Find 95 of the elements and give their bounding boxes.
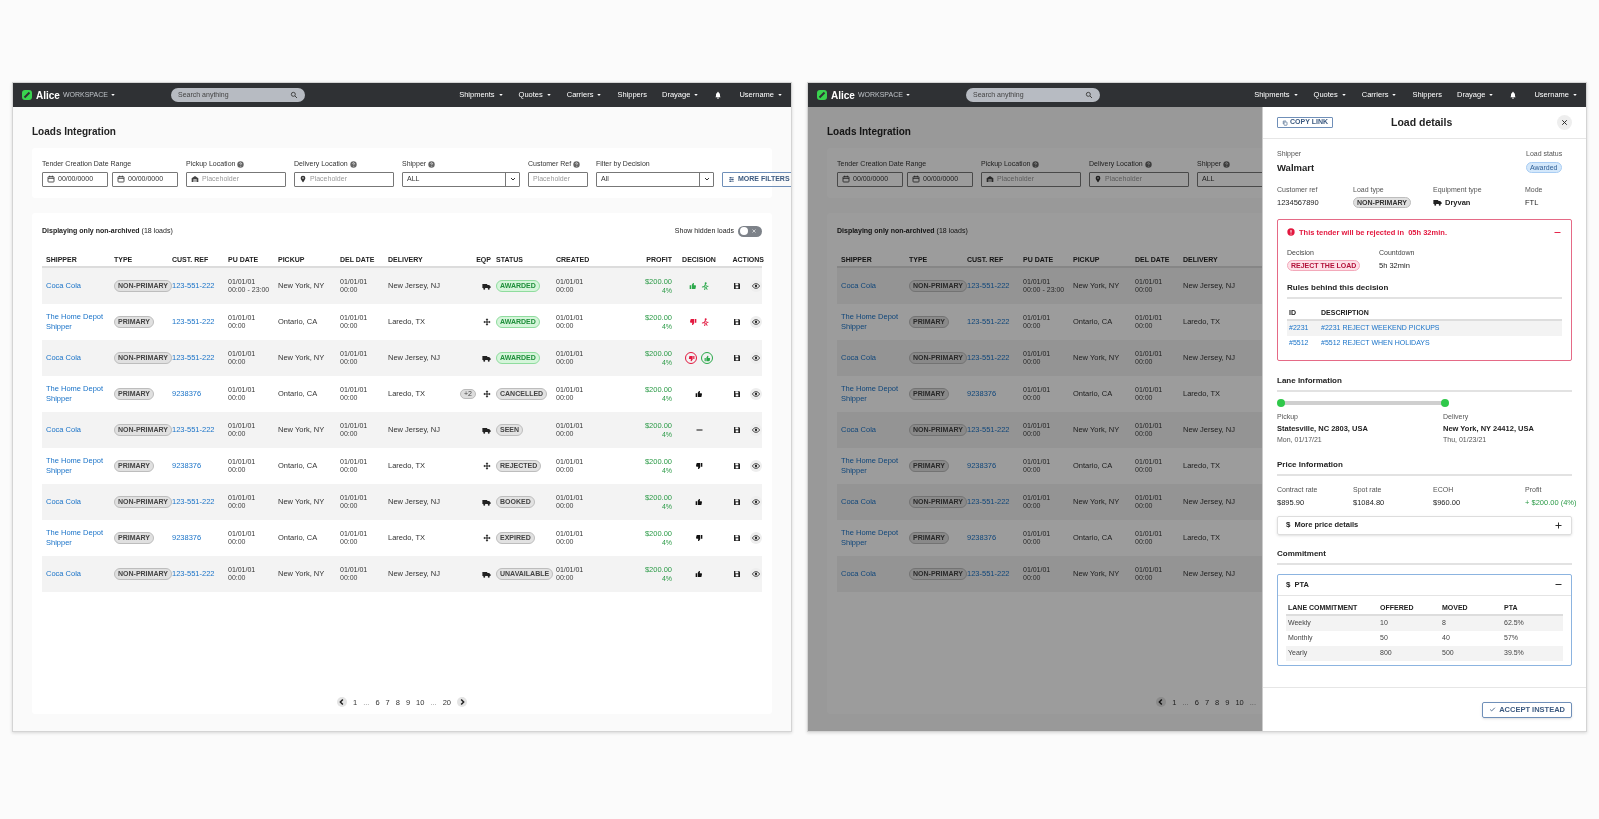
next-page-icon[interactable] xyxy=(457,697,468,708)
eye-icon xyxy=(752,570,760,578)
shipper-name: Walmart xyxy=(1277,160,1315,175)
eye-icon xyxy=(752,534,760,542)
thumbs-up-icon xyxy=(695,390,703,398)
view-button[interactable] xyxy=(750,280,762,292)
person-icon xyxy=(701,318,709,326)
view-button[interactable] xyxy=(750,460,762,472)
bell-icon[interactable] xyxy=(1509,91,1518,99)
search-icon xyxy=(1085,91,1093,99)
thumbs-down-icon xyxy=(695,462,703,470)
eye-icon xyxy=(752,498,760,506)
cross-arrows-icon xyxy=(483,318,491,326)
calendar-icon xyxy=(47,175,55,183)
view-button[interactable] xyxy=(750,568,762,580)
search-icon xyxy=(290,91,298,99)
truck-icon xyxy=(482,497,491,507)
section-title: Rules behind this decision xyxy=(1287,281,1562,299)
view-button[interactable] xyxy=(750,316,762,328)
calendar-icon xyxy=(912,175,920,183)
caret-down-icon xyxy=(904,92,911,98)
save-icon[interactable] xyxy=(733,426,741,434)
warehouse-icon xyxy=(191,175,199,183)
calendar-icon xyxy=(842,175,850,183)
save-icon[interactable] xyxy=(733,318,741,326)
person-icon xyxy=(701,282,709,290)
truck-icon xyxy=(482,353,491,363)
save-icon[interactable] xyxy=(733,534,741,542)
view-button[interactable] xyxy=(750,352,762,364)
section-title: Lane Information xyxy=(1277,374,1572,392)
save-icon[interactable] xyxy=(733,282,741,290)
thumbs-down-icon xyxy=(687,354,695,362)
save-icon[interactable] xyxy=(733,570,741,578)
page-title: Loads Integration xyxy=(32,125,117,136)
caret-down-icon xyxy=(1572,92,1578,98)
drawer-title: Load details xyxy=(1391,114,1453,130)
eye-icon xyxy=(752,390,760,398)
thumbs-down-icon xyxy=(695,534,703,542)
copy-icon xyxy=(1282,119,1288,126)
save-icon[interactable] xyxy=(733,462,741,470)
filter-icon xyxy=(728,175,735,183)
location-pin-icon xyxy=(299,175,307,183)
alert-icon xyxy=(1287,228,1295,237)
previous-page-icon[interactable] xyxy=(1156,697,1167,708)
eye-icon xyxy=(752,462,760,470)
pickup-point xyxy=(1277,398,1285,407)
thumbs-down-icon xyxy=(689,318,697,326)
eye-icon xyxy=(752,354,760,362)
eye-icon xyxy=(752,318,760,326)
truck-icon xyxy=(482,281,491,291)
logo-icon xyxy=(21,89,33,101)
cross-arrows-icon xyxy=(483,390,491,398)
chevron-down-icon xyxy=(508,175,517,183)
save-icon[interactable] xyxy=(733,390,741,398)
truck-icon xyxy=(482,425,491,435)
calendar-icon xyxy=(117,175,125,183)
caret-down-icon xyxy=(777,92,783,98)
thumbs-up-icon xyxy=(689,282,697,290)
close-icon xyxy=(1560,118,1569,127)
save-icon[interactable] xyxy=(733,498,741,506)
bell-icon[interactable] xyxy=(714,91,723,99)
cross-arrows-icon xyxy=(483,462,491,470)
dollar-icon: $ xyxy=(1286,519,1291,531)
save-icon[interactable] xyxy=(733,354,741,362)
warehouse-icon xyxy=(986,175,994,183)
check-icon xyxy=(1489,706,1497,713)
thumbs-up-icon xyxy=(695,498,703,506)
plus-icon[interactable] xyxy=(1554,520,1563,530)
view-button[interactable] xyxy=(750,496,762,508)
previous-page-icon[interactable] xyxy=(336,697,347,708)
app-logo-text: Alice xyxy=(36,88,60,103)
view-button[interactable] xyxy=(750,424,762,436)
section-title: Price Information xyxy=(1277,458,1572,476)
truck-icon xyxy=(1433,198,1442,208)
truck-icon xyxy=(482,569,491,579)
eye-icon xyxy=(752,282,760,290)
app-logo-text: Alice xyxy=(831,88,855,103)
location-pin-icon xyxy=(1094,175,1102,183)
dash-icon xyxy=(694,426,704,434)
cross-arrows-icon xyxy=(483,534,491,542)
logo-icon xyxy=(816,89,828,101)
section-title: Commitment xyxy=(1277,547,1572,565)
close-icon xyxy=(750,228,757,234)
close-button[interactable] xyxy=(1557,115,1572,130)
toggle-switch[interactable] xyxy=(738,225,762,237)
caret-down-icon xyxy=(109,92,116,98)
delivery-point xyxy=(1441,398,1449,407)
thumbs-up-icon xyxy=(703,354,711,362)
page-title: Loads Integration xyxy=(827,125,912,136)
eye-icon xyxy=(752,426,760,434)
thumbs-up-icon xyxy=(695,570,703,578)
dollar-icon: $ xyxy=(1286,578,1291,591)
view-button[interactable] xyxy=(750,388,762,400)
view-button[interactable] xyxy=(750,532,762,544)
chevron-down-icon xyxy=(702,175,711,183)
